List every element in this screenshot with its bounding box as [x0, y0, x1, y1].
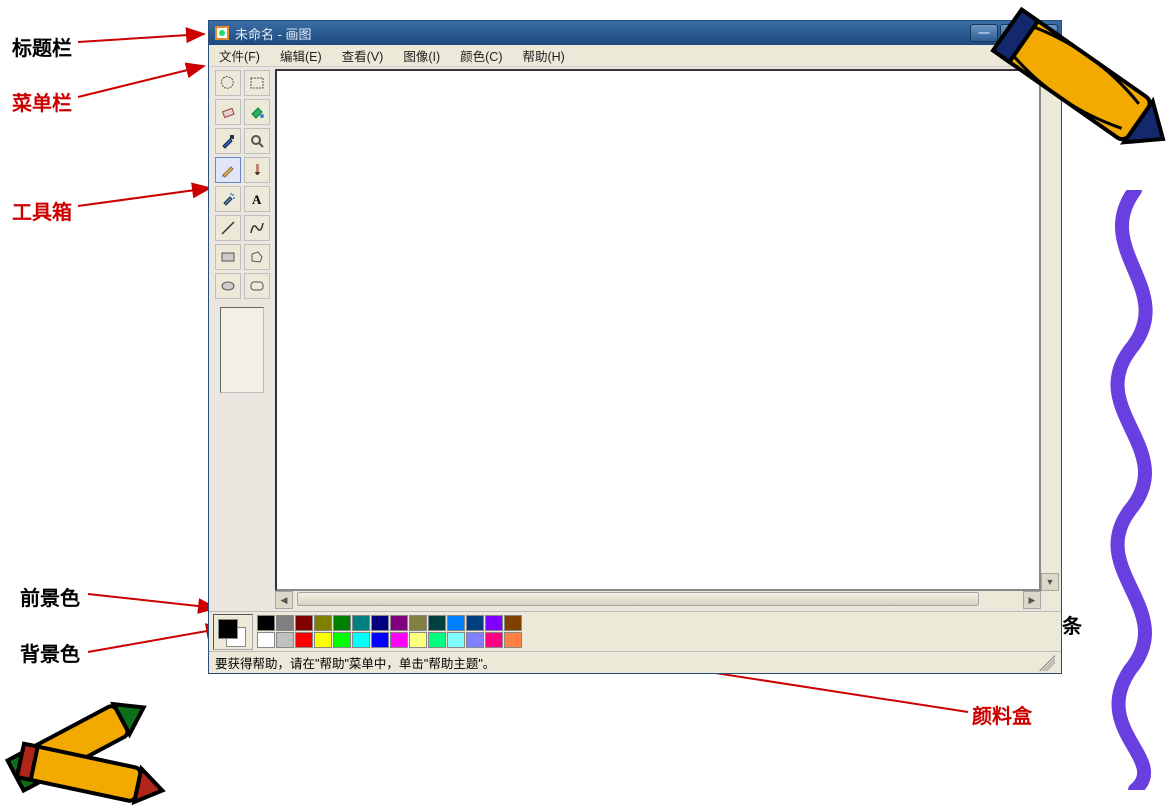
palette-color-7[interactable]	[390, 615, 408, 631]
palette-color-2[interactable]	[295, 615, 313, 631]
tool-options[interactable]	[220, 307, 264, 393]
window-title: 未命名 - 画图	[235, 24, 312, 43]
palette-color-10[interactable]	[447, 615, 465, 631]
tool-fill[interactable]	[244, 99, 270, 125]
callout-menubar: 菜单栏	[12, 87, 72, 116]
palette-color-23[interactable]	[428, 632, 446, 648]
palette-color-22[interactable]	[409, 632, 427, 648]
palette-color-26[interactable]	[485, 632, 503, 648]
tool-airbrush[interactable]	[215, 186, 241, 212]
canvas[interactable]	[277, 71, 1039, 589]
menubar: 文件(F) 编辑(E) 查看(V) 图像(I) 颜色(C) 帮助(H)	[209, 45, 1061, 67]
palette-color-8[interactable]	[409, 615, 427, 631]
palette-color-18[interactable]	[333, 632, 351, 648]
tool-text[interactable]: A	[244, 186, 270, 212]
tool-free-select[interactable]	[215, 70, 241, 96]
palette-color-1[interactable]	[276, 615, 294, 631]
palette-color-12[interactable]	[485, 615, 503, 631]
current-colors[interactable]	[213, 614, 253, 650]
canvas-area	[275, 69, 1041, 591]
palette-color-19[interactable]	[352, 632, 370, 648]
tool-magnify[interactable]	[244, 128, 270, 154]
purple-squiggle-art	[1100, 190, 1170, 790]
callout-palette: 颜料盒	[972, 700, 1032, 729]
horizontal-scrollbar[interactable]: ◀ ▶	[275, 591, 1059, 609]
palette-color-14[interactable]	[257, 632, 275, 648]
palette-color-0[interactable]	[257, 615, 275, 631]
palette-color-17[interactable]	[314, 632, 332, 648]
menu-color[interactable]: 颜色(C)	[450, 46, 512, 65]
callout-titlebar: 标题栏	[12, 32, 72, 61]
crayon-art-top-right	[960, 0, 1170, 170]
tool-brush[interactable]	[244, 157, 270, 183]
tool-rectangle[interactable]	[215, 244, 241, 270]
tool-picker[interactable]	[215, 128, 241, 154]
scroll-down-button[interactable]: ▼	[1041, 573, 1059, 591]
menu-help[interactable]: 帮助(H)	[512, 46, 574, 65]
callout-bgcolor: 背景色	[20, 638, 80, 667]
tool-round-rect[interactable]	[244, 273, 270, 299]
palette-color-13[interactable]	[504, 615, 522, 631]
palette-color-25[interactable]	[466, 632, 484, 648]
menu-image[interactable]: 图像(I)	[393, 46, 450, 65]
tool-polygon[interactable]	[244, 244, 270, 270]
callout-fgcolor: 前景色	[20, 582, 80, 611]
palette-color-27[interactable]	[504, 632, 522, 648]
status-help-text: 要获得帮助，请在"帮助"菜单中，单击"帮助主题"。	[215, 653, 495, 672]
scroll-right-button[interactable]: ▶	[1023, 591, 1041, 609]
menu-edit[interactable]: 编辑(E)	[270, 46, 332, 65]
resize-grip-icon[interactable]	[1039, 655, 1055, 671]
svg-text:A: A	[252, 192, 262, 207]
callout-toolbox: 工具箱	[12, 196, 72, 225]
color-palette-area	[209, 611, 1061, 651]
foreground-color-swatch[interactable]	[218, 619, 238, 639]
palette-color-9[interactable]	[428, 615, 446, 631]
color-palette	[257, 615, 522, 648]
menu-view[interactable]: 查看(V)	[332, 46, 394, 65]
crayon-art-bottom-left	[0, 680, 180, 810]
scroll-left-button[interactable]: ◀	[275, 591, 293, 609]
scrollbar-thumb[interactable]	[297, 592, 979, 606]
palette-color-6[interactable]	[371, 615, 389, 631]
palette-color-20[interactable]	[371, 632, 389, 648]
palette-color-16[interactable]	[295, 632, 313, 648]
palette-color-5[interactable]	[352, 615, 370, 631]
palette-color-4[interactable]	[333, 615, 351, 631]
titlebar[interactable]: 未命名 - 画图 — □ X	[209, 21, 1061, 45]
tool-curve[interactable]	[244, 215, 270, 241]
mspaint-window: 未命名 - 画图 — □ X 文件(F) 编辑(E) 查看(V) 图像(I) 颜…	[208, 20, 1062, 674]
statusbar: 要获得帮助，请在"帮助"菜单中，单击"帮助主题"。	[209, 651, 1061, 673]
tool-eraser[interactable]	[215, 99, 241, 125]
palette-color-15[interactable]	[276, 632, 294, 648]
tool-pencil[interactable]	[215, 157, 241, 183]
menu-file[interactable]: 文件(F)	[209, 46, 270, 65]
palette-color-3[interactable]	[314, 615, 332, 631]
palette-color-21[interactable]	[390, 632, 408, 648]
app-icon	[214, 25, 230, 41]
toolbox: A	[209, 67, 275, 611]
tool-ellipse[interactable]	[215, 273, 241, 299]
palette-color-11[interactable]	[466, 615, 484, 631]
tool-line[interactable]	[215, 215, 241, 241]
palette-color-24[interactable]	[447, 632, 465, 648]
tool-rect-select[interactable]	[244, 70, 270, 96]
